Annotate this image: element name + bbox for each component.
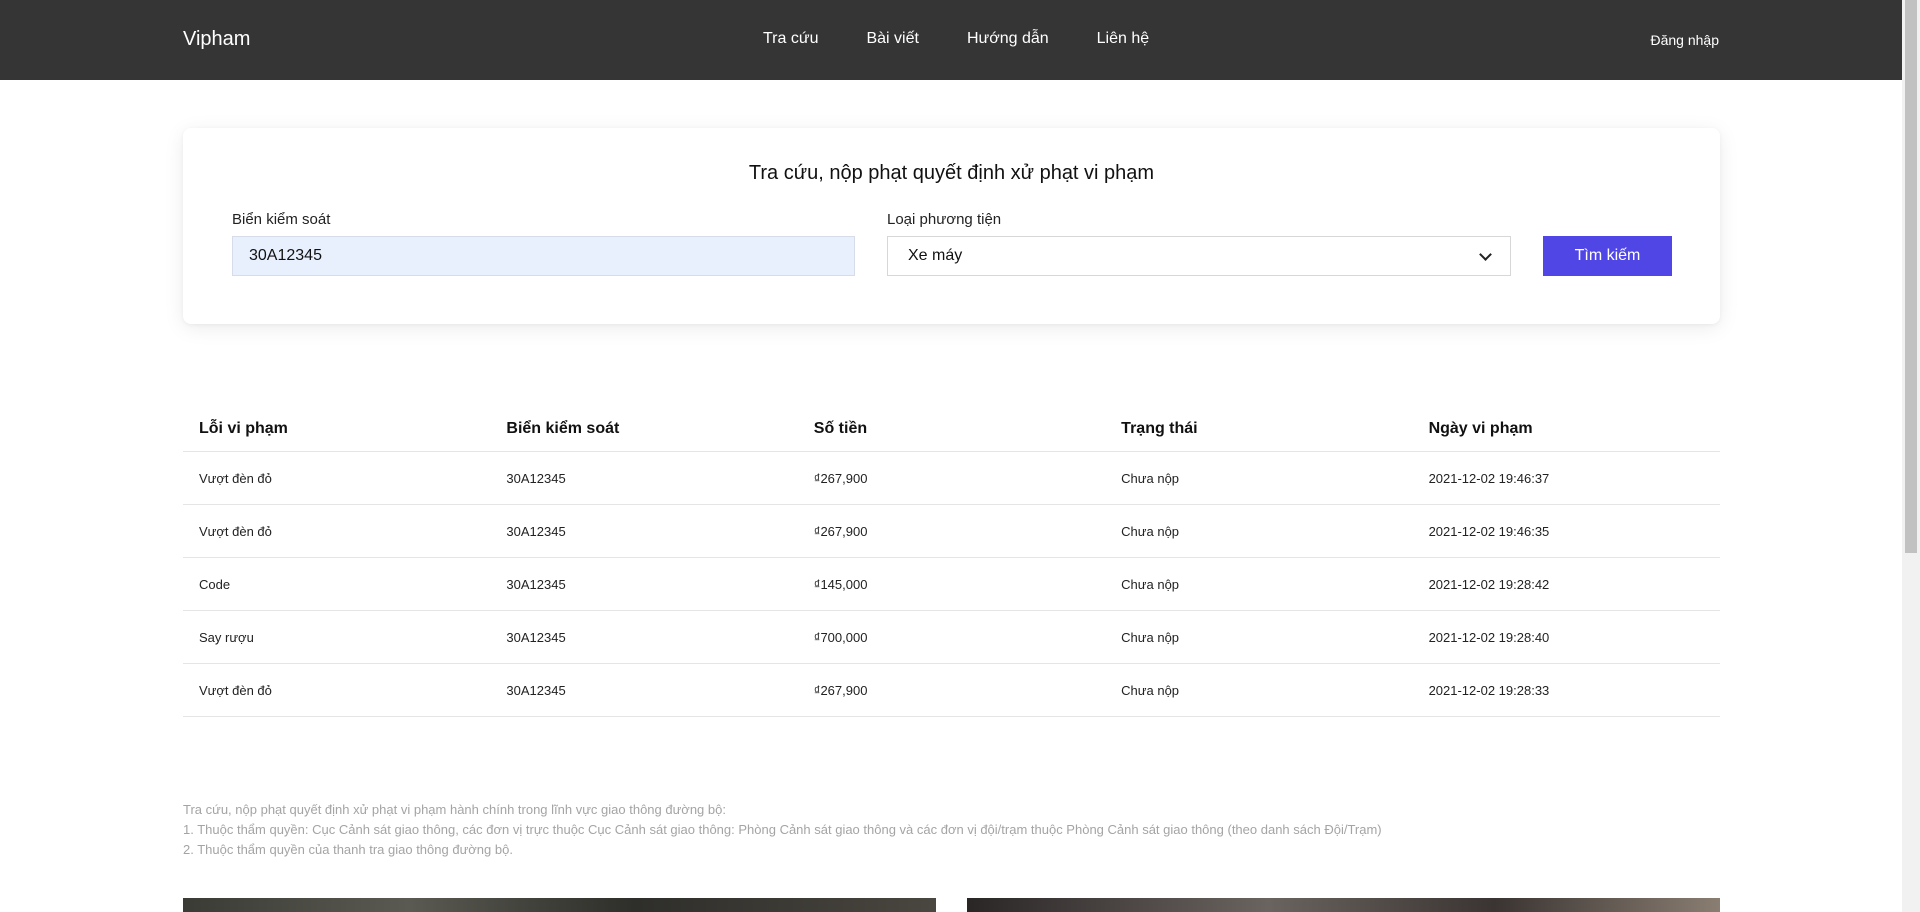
vehicle-type-select[interactable]: Xe máy (887, 236, 1511, 276)
search-title: Tra cứu, nộp phạt quyết định xử phạt vi … (748, 162, 1155, 184)
login-link[interactable]: Đăng nhập (1650, 32, 1719, 48)
status-cell: Chưa nộp (1121, 523, 1180, 539)
date-cell: 2021-12-02 19:28:42 (1428, 576, 1550, 592)
date-cell: 2021-12-02 19:28:33 (1428, 682, 1550, 698)
amount-cell: ₫267,900 (813, 682, 868, 698)
scrollbar-thumb[interactable] (1905, 0, 1917, 553)
plate-cell: 30A12345 (506, 682, 566, 698)
amount-cell: ₫267,900 (813, 470, 868, 486)
table-row: Vượt đèn đỏ 30A12345 ₫267,900 Chưa nộp 2… (183, 452, 1720, 505)
article-image[interactable] (183, 898, 936, 912)
amount-cell: ₫145,000 (813, 576, 868, 592)
header-plate: Biển kiểm soát (506, 419, 620, 437)
note-line: 2. Thuộc thẩm quyền của thanh tra giao t… (183, 842, 513, 857)
nav-huong-dan[interactable]: Hướng dẫn (967, 30, 1049, 48)
brand-logo[interactable]: Vipham (183, 28, 250, 51)
violation-cell: Say rượu (199, 629, 254, 645)
nav-tra-cuu[interactable]: Tra cứu (763, 30, 818, 48)
nav-bai-viet[interactable]: Bài viết (866, 30, 918, 48)
header-violation: Lỗi vi phạm (199, 419, 288, 437)
violations-table: Lỗi vi phạm Biển kiểm soát Số tiền Trạng… (183, 406, 1720, 717)
vehicle-type-value: Xe máy (908, 247, 963, 264)
info-notes: Tra cứu, nộp phạt quyết định xử phạt vi … (183, 800, 1382, 860)
date-cell: 2021-12-02 19:46:37 (1428, 470, 1550, 486)
table-header: Lỗi vi phạm Biển kiểm soát Số tiền Trạng… (183, 406, 1720, 452)
search-card: Tra cứu, nộp phạt quyết định xử phạt vi … (183, 128, 1720, 324)
plate-label: Biển kiểm soát (232, 211, 331, 228)
nav-lien-he[interactable]: Liên hệ (1097, 30, 1150, 48)
amount-cell: ₫700,000 (813, 629, 868, 645)
header-date: Ngày vi phạm (1428, 419, 1533, 437)
table-row: Vượt đèn đỏ 30A12345 ₫267,900 Chưa nộp 2… (183, 505, 1720, 558)
article-thumbnails (183, 898, 1720, 912)
status-cell: Chưa nộp (1121, 470, 1180, 486)
header-status: Trạng thái (1121, 419, 1198, 437)
plate-cell: 30A12345 (506, 523, 566, 539)
main-nav: Tra cứu Bài viết Hướng dẫn Liên hệ (763, 30, 1149, 48)
plate-cell: 30A12345 (506, 470, 566, 486)
violation-cell: Vượt đèn đỏ (199, 682, 272, 698)
status-cell: Chưa nộp (1121, 629, 1180, 645)
table-row: Say rượu 30A12345 ₫700,000 Chưa nộp 2021… (183, 611, 1720, 664)
status-cell: Chưa nộp (1121, 576, 1180, 592)
violation-cell: Code (199, 576, 231, 592)
plate-input[interactable] (232, 236, 855, 276)
page-scrollbar[interactable] (1902, 0, 1920, 912)
violation-cell: Vượt đèn đỏ (199, 523, 272, 539)
plate-cell: 30A12345 (506, 629, 566, 645)
date-cell: 2021-12-02 19:46:35 (1428, 523, 1550, 539)
date-cell: 2021-12-02 19:28:40 (1428, 629, 1550, 645)
vehicle-type-label: Loại phương tiện (887, 211, 1002, 228)
header-amount: Số tiền (813, 419, 868, 437)
search-button[interactable]: Tìm kiếm (1543, 236, 1672, 276)
table-row: Code 30A12345 ₫145,000 Chưa nộp 2021-12-… (183, 558, 1720, 611)
top-navbar: Vipham Tra cứu Bài viết Hướng dẫn Liên h… (0, 0, 1902, 80)
amount-cell: ₫267,900 (813, 523, 868, 539)
violation-cell: Vượt đèn đỏ (199, 470, 272, 486)
table-row: Vượt đèn đỏ 30A12345 ₫267,900 Chưa nộp 2… (183, 664, 1720, 717)
note-line: Tra cứu, nộp phạt quyết định xử phạt vi … (183, 802, 726, 817)
note-line: 1. Thuộc thẩm quyền: Cục Cảnh sát giao t… (183, 822, 1382, 837)
plate-cell: 30A12345 (506, 576, 566, 592)
status-cell: Chưa nộp (1121, 682, 1180, 698)
article-image[interactable] (967, 898, 1720, 912)
chevron-down-icon (1479, 247, 1492, 261)
